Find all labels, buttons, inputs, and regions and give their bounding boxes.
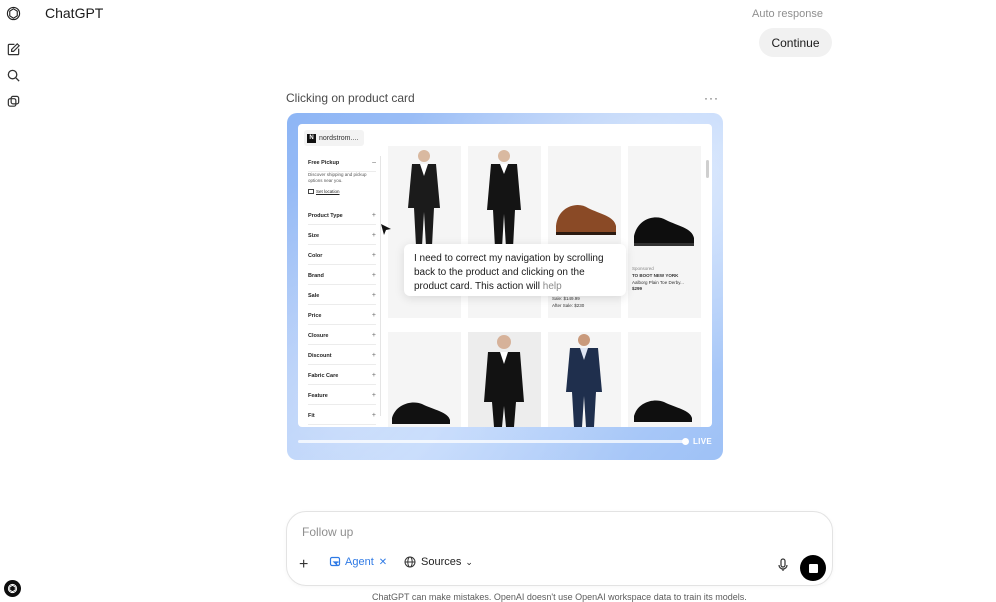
agent-live-view[interactable]: N nordstrom.... Free Pickup – Discover sh… — [287, 113, 723, 460]
follow-up-input[interactable]: Follow up — [302, 525, 353, 539]
filter-item: Discount + — [308, 347, 376, 365]
new-chat-icon[interactable] — [5, 41, 21, 57]
filter-item: Color + — [308, 247, 376, 265]
microphone-icon[interactable] — [777, 558, 789, 572]
auto-response-label: Auto response — [752, 8, 823, 20]
product-sale-price: Sale: $149.99 — [552, 296, 580, 301]
left-rail — [0, 0, 26, 602]
agent-icon — [329, 556, 341, 567]
browser-viewport: N nordstrom.... Free Pickup – Discover sh… — [298, 124, 712, 427]
agent-thought-bubble: I need to correct my navigation by scrol… — [404, 244, 626, 296]
cursor-arrow-icon — [381, 224, 391, 235]
openai-logo-icon[interactable] — [5, 5, 21, 21]
site-logo-icon: N — [307, 133, 316, 143]
filter-item: Fit + — [308, 407, 376, 425]
set-location-link: Set location — [308, 189, 340, 194]
stop-icon — [808, 563, 818, 573]
footer-disclaimer: ChatGPT can make mistakes. OpenAI doesn'… — [372, 592, 747, 602]
agent-card-title: Clicking on product card — [286, 91, 415, 105]
product-card-tuxedo-3[interactable] — [468, 332, 541, 427]
pickup-description: Discover shipping and pickup options nea… — [308, 172, 367, 184]
filter-item: Product Type + — [308, 207, 376, 225]
progress-knob[interactable] — [682, 438, 689, 445]
filter-item: Size + — [308, 227, 376, 245]
filter-item: Feature + — [308, 387, 376, 405]
agent-thought-fade: help — [542, 281, 562, 292]
continue-button[interactable]: Continue — [759, 28, 832, 57]
product-card-black-shoe-2[interactable] — [388, 332, 461, 427]
agent-mode-pill[interactable]: Agent ✕ — [329, 556, 387, 568]
filter-item: Price + — [308, 307, 376, 325]
product-card-black-shoe[interactable]: Sponsored TO BOOT NEW YORK Aalborg Plain… — [628, 146, 701, 318]
filter-item: Brand + — [308, 267, 376, 285]
filter-item: Closure + — [308, 327, 376, 345]
agent-label: Agent — [345, 556, 374, 568]
product-price: $299 — [632, 286, 643, 292]
sponsored-label: Sponsored — [632, 266, 654, 271]
product-card-black-shoe-3[interactable] — [628, 332, 701, 427]
add-attachment-button[interactable]: + — [299, 556, 308, 574]
product-name: Aalborg Plain Toe Derby... — [632, 279, 684, 285]
library-icon[interactable] — [5, 93, 21, 109]
product-after-sale: After Sale: $230 — [552, 302, 585, 308]
browser-tab: N nordstrom.... — [304, 130, 365, 146]
more-options-button[interactable]: ··· — [704, 91, 719, 105]
filter-free-pickup: Free Pickup – — [308, 154, 376, 172]
sources-label: Sources — [421, 556, 462, 568]
remove-agent-icon[interactable]: ✕ — [379, 557, 387, 568]
filter-sidebar: Free Pickup – Discover shipping and picku… — [308, 154, 378, 425]
product-brand: TO BOOT NEW YORK — [632, 272, 679, 278]
chevron-down-icon: ⌄ — [465, 556, 473, 567]
sources-button[interactable]: Sources ⌄ — [404, 556, 473, 568]
product-card-navy-suit[interactable] — [548, 332, 621, 427]
app-title[interactable]: ChatGPT — [45, 5, 103, 21]
stop-button[interactable] — [800, 555, 826, 581]
browser-tab-title: nordstrom.... — [319, 134, 359, 142]
page-scrollbar[interactable] — [706, 160, 709, 178]
composer: Follow up + Agent ✕ Sources ⌄ — [286, 511, 833, 586]
filter-item: Sale + — [308, 287, 376, 305]
globe-icon — [404, 556, 416, 568]
openai-account-icon[interactable] — [4, 580, 21, 597]
live-badge: LIVE — [693, 437, 712, 446]
search-icon[interactable] — [5, 67, 21, 83]
filter-item: Fabric Care + — [308, 367, 376, 385]
location-icon — [308, 189, 314, 194]
live-progress-bar[interactable] — [298, 438, 689, 445]
sidebar-divider — [380, 156, 381, 416]
agent-thought-text: I need to correct my navigation by scrol… — [414, 253, 604, 292]
